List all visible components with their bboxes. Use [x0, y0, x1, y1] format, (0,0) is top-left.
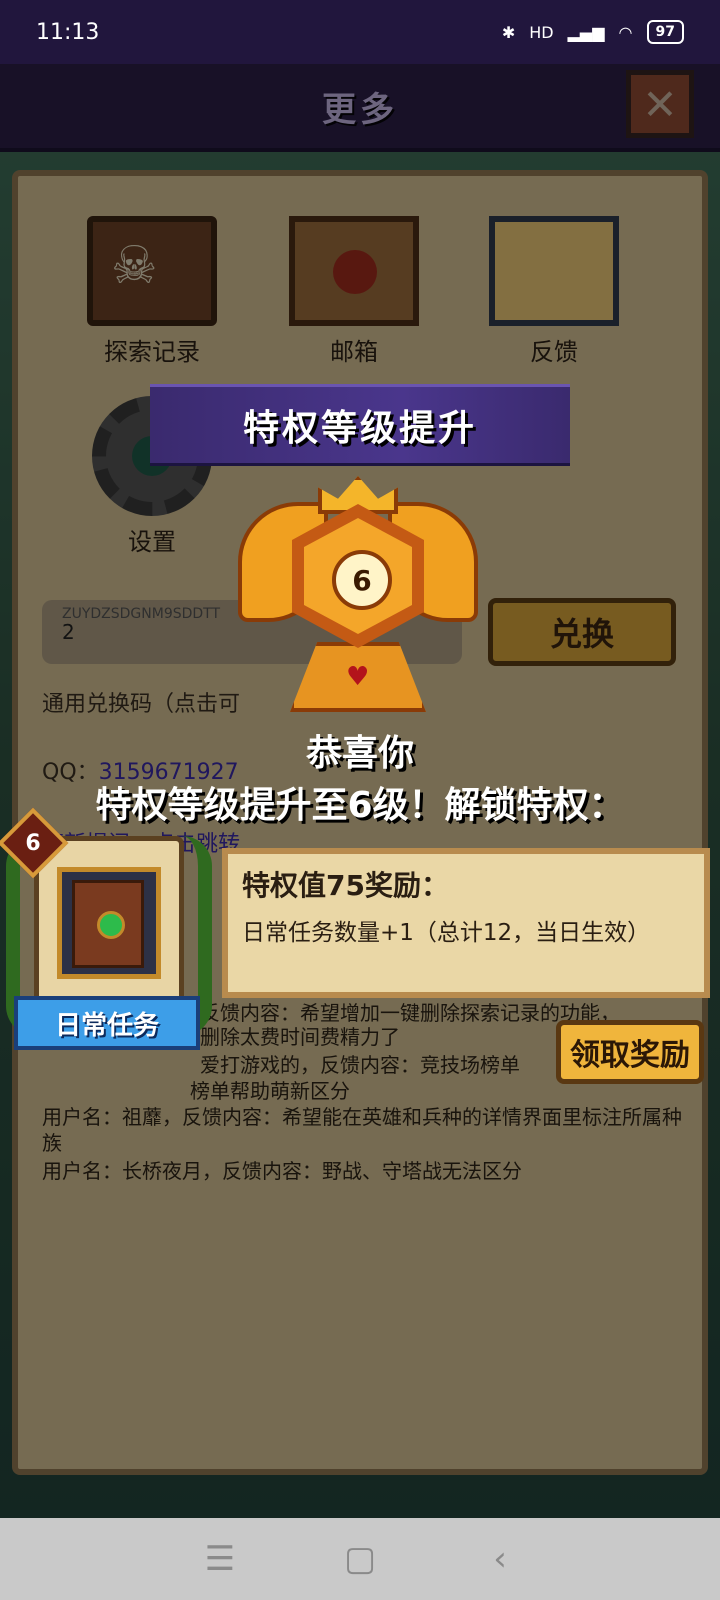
reward-panel: 特权值75奖励： 日常任务数量+1（总计12，当日生效）	[222, 848, 710, 998]
back-icon[interactable]: ‹	[470, 1539, 530, 1579]
menu-icon[interactable]: ☰	[190, 1539, 250, 1579]
claim-reward-button[interactable]: 领取奖励	[556, 1020, 704, 1084]
heart-icon: ♥	[346, 662, 370, 692]
privilege-emblem: ♥ 6	[238, 474, 478, 720]
signal-icon: HD	[529, 22, 554, 42]
reward-title: 特权值75奖励：	[242, 869, 449, 902]
wifi-icon: ◠	[618, 22, 633, 42]
modal-title: 特权等级提升	[242, 408, 477, 449]
status-icons: ✱ HD ▂▄▆ ◠ 97	[502, 20, 684, 44]
signal-icon-2: ▂▄▆	[567, 22, 605, 42]
clock: 11:13	[36, 19, 100, 45]
modal-banner: 特权等级提升	[150, 384, 570, 466]
status-bar: 11:13 ✱ HD ▂▄▆ ◠ 97	[0, 0, 720, 64]
bluetooth-icon: ✱	[501, 22, 516, 42]
home-icon[interactable]: ▢	[330, 1539, 390, 1579]
congrats-text: 恭喜你	[305, 733, 414, 774]
gem-icon	[97, 911, 125, 939]
unlock-text: 特权等级提升至6级！解锁特权：	[95, 785, 625, 826]
system-nav-bar: ☰ ▢ ‹	[0, 1518, 720, 1600]
quest-book-icon	[72, 880, 144, 968]
battery-indicator: 97	[646, 20, 684, 44]
card-ribbon: 日常任务	[14, 996, 200, 1050]
reward-description: 日常任务数量+1（总计12，当日生效）	[242, 920, 651, 946]
card-level: 6	[25, 830, 41, 856]
emblem-level: 6	[332, 550, 392, 610]
card-frame	[57, 867, 161, 979]
